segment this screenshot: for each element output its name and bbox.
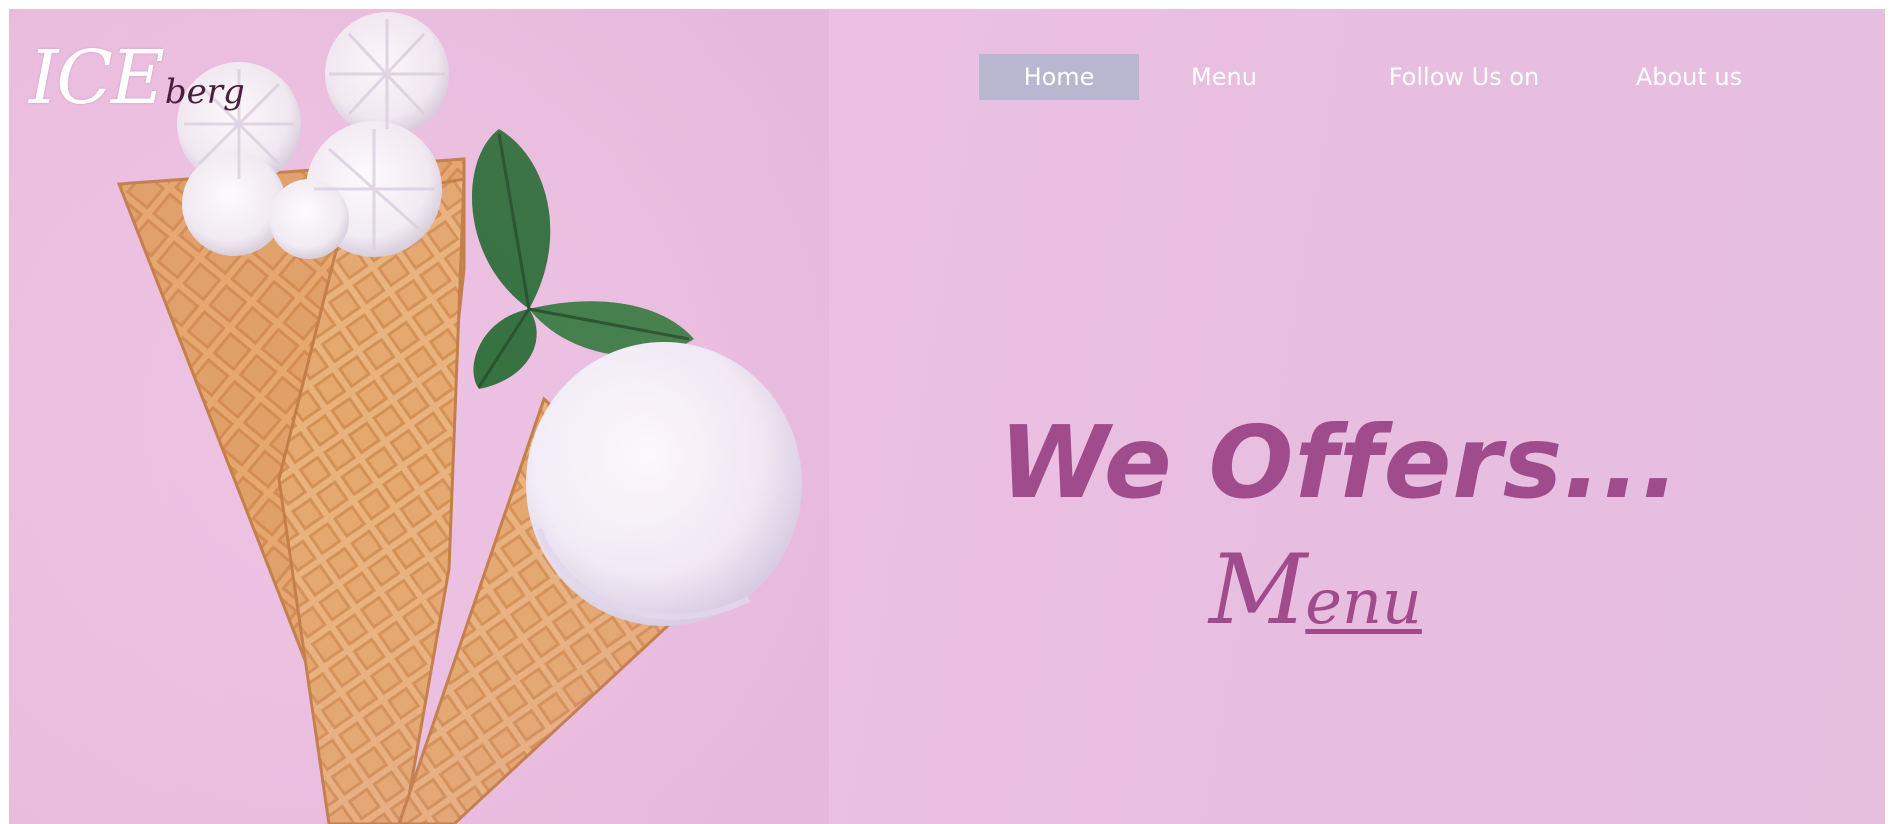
logo-sub-text: berg	[164, 72, 245, 112]
nav-about-us-link[interactable]: About us	[1604, 54, 1774, 100]
logo-main-text: ICE	[29, 35, 165, 121]
hero-menu-link[interactable]: Menu	[1209, 534, 1422, 646]
menu-link-initial: M	[1209, 534, 1307, 646]
menu-link-rest: enu	[1305, 565, 1422, 638]
nav-menu-link[interactable]: Menu	[1154, 54, 1294, 100]
page-frame: ICEberg Home Menu Follow Us on About us …	[9, 9, 1885, 824]
nav-follow-us-link[interactable]: Follow Us on	[1364, 54, 1564, 100]
nav-home-link[interactable]: Home	[979, 54, 1139, 100]
brand-logo[interactable]: ICEberg	[29, 35, 245, 121]
hero-ice-cream-photo	[9, 9, 829, 824]
hero-headline: We Offers...	[999, 404, 1681, 521]
